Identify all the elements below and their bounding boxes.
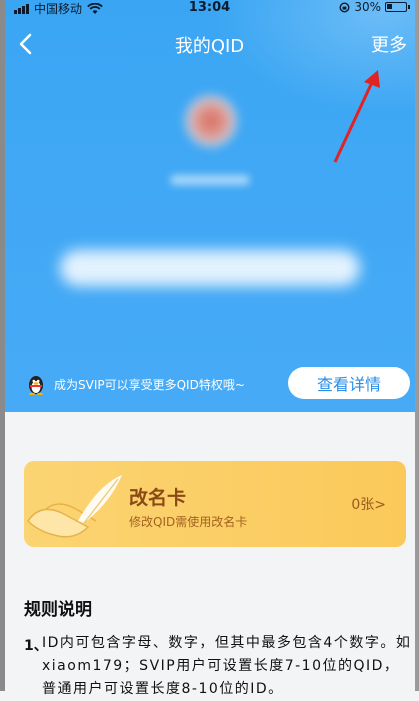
- navigation-bar: 我的QID 更多: [0, 24, 419, 64]
- page-title: 我的QID: [174, 36, 245, 57]
- avatar: [185, 95, 237, 147]
- status-bar: 中国移动 13:04 30%: [0, 0, 419, 18]
- more-button[interactable]: 更多: [371, 31, 407, 57]
- battery-percent: 30%: [354, 0, 381, 14]
- rename-card[interactable]: 改名卡 修改QID需使用改名卡 0张>: [24, 461, 406, 547]
- rename-card-title: 改名卡: [129, 487, 187, 509]
- qid-value-blurred: [60, 250, 360, 286]
- scroll-quill-icon: [27, 475, 122, 538]
- screen-edge-left: [0, 0, 5, 691]
- annotation-arrow-icon: [333, 70, 380, 163]
- rename-card-subtitle: 修改QID需使用改名卡: [129, 515, 248, 529]
- battery-icon: [385, 2, 410, 12]
- view-details-button[interactable]: 查看详情: [288, 367, 410, 399]
- qq-penguin-icon: [29, 376, 43, 395]
- orientation-lock-icon: [339, 1, 350, 13]
- rename-card-count[interactable]: 0张>: [351, 494, 386, 514]
- screen-edge-right: [415, 0, 419, 691]
- svip-promo-text: 成为SVIP可以享受更多QID特权哦~: [54, 378, 245, 392]
- nickname-blurred: [170, 175, 250, 185]
- svip-promo-banner: 成为SVIP可以享受更多QID特权哦~ 查看详情: [0, 365, 419, 405]
- rules-heading: 规则说明: [24, 600, 92, 620]
